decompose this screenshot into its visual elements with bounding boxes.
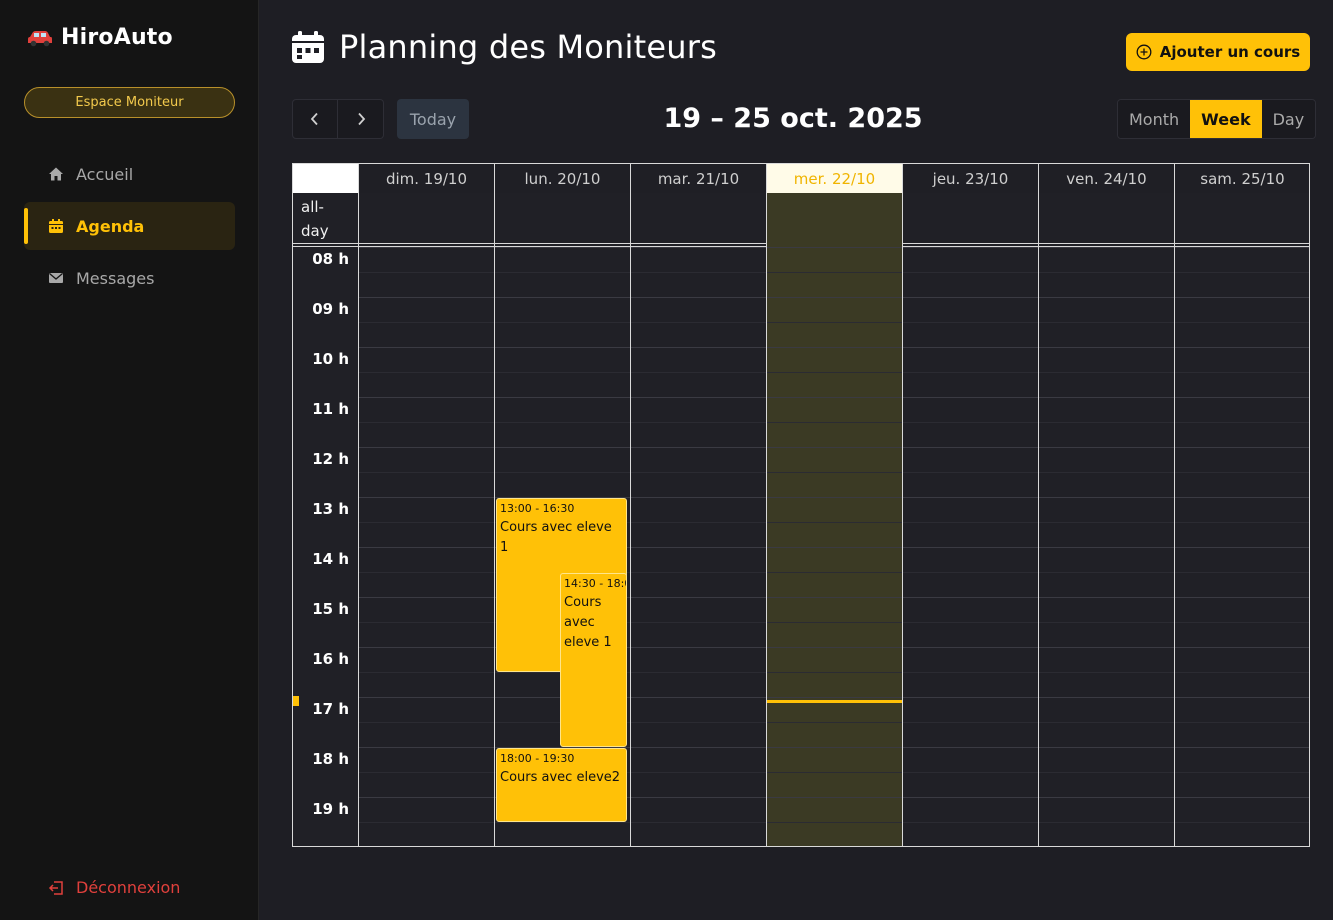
date-nav-group	[292, 99, 384, 139]
view-day-button[interactable]: Day	[1261, 100, 1316, 138]
hour-label: 18 h	[312, 750, 349, 768]
allday-label: all-day	[301, 198, 329, 240]
sidebar-item-label: Agenda	[76, 216, 145, 236]
calendar-event[interactable]: 14:30 - 18:00 Cours avec eleve 1	[560, 573, 627, 747]
sidebar-item-label: Accueil	[76, 164, 134, 184]
current-time-marker	[293, 696, 299, 707]
logout-icon	[48, 880, 63, 895]
event-time: 18:00 - 19:30	[500, 752, 575, 765]
calendar-corner	[293, 164, 358, 193]
hour-label: 19 h	[312, 800, 349, 818]
today-button[interactable]: Today	[397, 99, 469, 139]
hour-label: 10 h	[312, 350, 349, 368]
home-icon	[49, 167, 63, 181]
half-hour-gridline	[358, 272, 1309, 273]
page-title-text: Planning des Moniteurs	[339, 28, 717, 66]
hour-label: 17 h	[312, 700, 349, 718]
event-title: Cours avec eleve 1	[500, 520, 612, 555]
event-title: Cours avec eleve2	[500, 770, 621, 785]
half-hour-gridline	[358, 372, 1309, 373]
sidebar-item-accueil[interactable]: Accueil	[24, 150, 235, 198]
space-badge: Espace Moniteur	[24, 87, 235, 118]
hour-label: 09 h	[312, 300, 349, 318]
hour-gridline	[358, 697, 1309, 698]
hour-label: 13 h	[312, 500, 349, 518]
date-range-title: 19 – 25 oct. 2025	[663, 103, 923, 134]
add-course-label: Ajouter un cours	[1159, 43, 1301, 61]
day-column-header[interactable]: ven. 24/10	[1038, 164, 1174, 193]
view-switcher: Month Week Day	[1117, 99, 1317, 139]
brand-name: HiroAuto	[61, 25, 173, 50]
view-week-button[interactable]: Week	[1190, 100, 1262, 138]
day-column-divider	[630, 193, 631, 846]
event-time: 13:00 - 16:30	[500, 502, 575, 515]
page-title: Planning des Moniteurs	[291, 28, 717, 66]
half-hour-gridline	[358, 422, 1309, 423]
hour-gridline	[358, 297, 1309, 298]
today-column-highlight	[766, 193, 902, 846]
hour-label: 16 h	[312, 650, 349, 668]
hour-gridline	[358, 347, 1309, 348]
current-time-line	[767, 700, 902, 704]
prev-button[interactable]	[292, 99, 338, 139]
hour-gridline	[358, 447, 1309, 448]
day-column-divider	[1174, 193, 1175, 846]
day-column-divider	[494, 193, 495, 846]
hour-gridline	[358, 247, 1309, 248]
car-icon	[28, 30, 52, 46]
day-column-header[interactable]: dim. 19/10	[358, 164, 494, 193]
logout-button[interactable]: Déconnexion	[48, 878, 180, 897]
plus-circle-icon	[1136, 44, 1152, 60]
half-hour-gridline	[358, 722, 1309, 723]
day-column-header[interactable]: jeu. 23/10	[902, 164, 1038, 193]
half-hour-gridline	[358, 322, 1309, 323]
sidebar-item-label: Messages	[76, 268, 155, 288]
hour-label: 11 h	[312, 400, 349, 418]
sidebar-item-messages[interactable]: Messages	[24, 254, 235, 302]
day-column-header[interactable]: lun. 20/10	[494, 164, 630, 193]
chevron-right-icon	[357, 112, 365, 126]
brand[interactable]: HiroAuto	[27, 25, 173, 50]
hour-label: 14 h	[312, 550, 349, 568]
day-column-divider	[766, 193, 767, 846]
event-time: 14:30 - 18:00	[564, 577, 626, 590]
half-hour-gridline	[358, 822, 1309, 823]
logout-label: Déconnexion	[76, 878, 181, 897]
day-column-divider	[358, 193, 359, 846]
event-title: Cours avec eleve 1	[564, 595, 612, 650]
next-button[interactable]	[338, 99, 384, 139]
calendar-icon	[292, 31, 324, 63]
calendar-icon	[49, 219, 63, 233]
half-hour-gridline	[358, 672, 1309, 673]
sidebar-nav: Accueil Agenda Messages	[24, 150, 235, 306]
half-hour-gridline	[358, 472, 1309, 473]
envelope-icon	[49, 273, 63, 283]
hour-label: 12 h	[312, 450, 349, 468]
add-course-button[interactable]: Ajouter un cours	[1126, 33, 1310, 71]
sidebar: HiroAuto Espace Moniteur Accueil Agenda	[0, 0, 259, 920]
day-column-header[interactable]: sam. 25/10	[1174, 164, 1309, 193]
week-calendar: all-day 08 h 09 h 10 h 11 h 12 h 13 h 14 h 15 h…	[292, 163, 1310, 847]
day-column-header[interactable]: mer. 22/10	[766, 164, 902, 193]
day-column-divider	[902, 193, 903, 846]
day-column-header[interactable]: mar. 21/10	[630, 164, 766, 193]
hour-label: 15 h	[312, 600, 349, 618]
hour-label: 08 h	[312, 250, 349, 268]
calendar-event[interactable]: 18:00 - 19:30 Cours avec eleve2	[496, 748, 627, 822]
chevron-left-icon	[310, 112, 318, 126]
hour-gridline	[358, 397, 1309, 398]
day-column-divider	[1038, 193, 1039, 846]
sidebar-item-agenda[interactable]: Agenda	[24, 202, 235, 250]
view-month-button[interactable]: Month	[1118, 100, 1191, 138]
